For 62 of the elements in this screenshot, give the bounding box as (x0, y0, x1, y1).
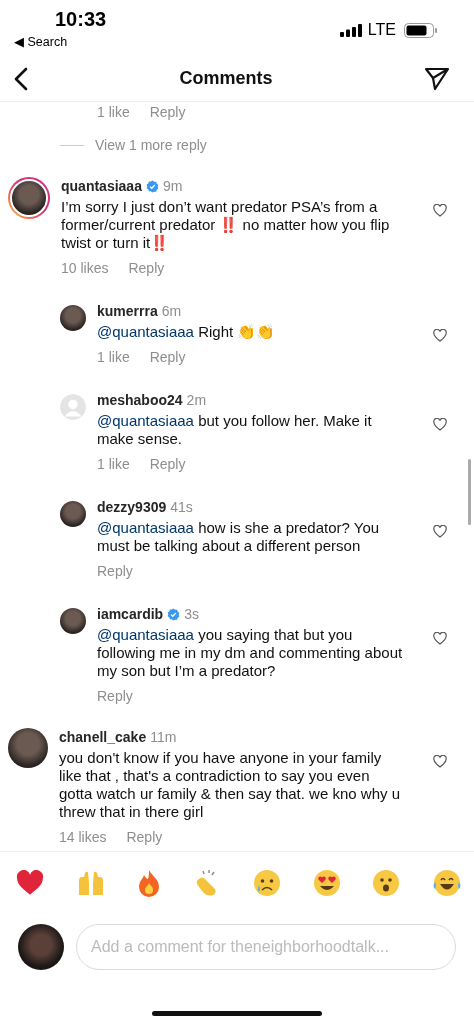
like-heart-icon[interactable] (433, 755, 447, 768)
mention-link[interactable]: @quantasiaaa (97, 323, 194, 340)
username[interactable]: chanell_cake (59, 729, 147, 745)
reply-link[interactable]: Reply (128, 260, 165, 276)
back-to-search-link[interactable]: ◀ Search (14, 34, 107, 49)
heart-eyes-face-icon[interactable] (312, 869, 341, 897)
avatar[interactable] (60, 608, 86, 634)
scrollbar[interactable] (468, 459, 471, 525)
comment-time: 3s (184, 606, 199, 622)
avatar[interactable] (60, 501, 86, 527)
like-heart-icon[interactable] (433, 329, 447, 342)
comment-text: @quantasiaaa how is she a predator? You must be talking about a different person (97, 519, 381, 555)
comment-text: @quantasiaaa Right 👏👏 (97, 323, 277, 341)
likes-count[interactable]: 14 likes (59, 829, 107, 845)
comment-time: 2m (186, 392, 207, 408)
reply-link[interactable]: Reply (149, 456, 186, 472)
comment-time: 11m (150, 729, 177, 745)
page-title: Comments (179, 68, 273, 89)
user-avatar (18, 924, 64, 970)
username[interactable]: meshaboo24 (97, 392, 183, 408)
like-heart-icon[interactable] (433, 418, 447, 431)
clock-time: 10:33 (55, 8, 107, 31)
reply-link[interactable]: Reply (97, 688, 133, 704)
likes-count[interactable]: 1 like (97, 349, 130, 365)
comment-input[interactable]: Add a comment for theneighborhoodtalk... (76, 924, 456, 970)
like-heart-icon[interactable] (433, 525, 447, 538)
view-replies-link[interactable]: View 1 more reply (95, 137, 207, 153)
reply-link[interactable]: Reply (126, 829, 163, 845)
avatar[interactable] (60, 305, 86, 331)
network-label: LTE (367, 21, 396, 39)
reply-link[interactable]: Reply (97, 563, 133, 579)
comment-time: 41s (170, 499, 193, 515)
heart-icon[interactable] (16, 870, 44, 896)
like-heart-icon[interactable] (433, 632, 447, 645)
mention-link[interactable]: @quantasiaaa (97, 412, 194, 429)
comment-time: 6m (161, 303, 182, 319)
likes-count[interactable]: 1 like (97, 104, 130, 120)
surprised-face-icon[interactable] (372, 869, 401, 897)
username[interactable]: dezzy9309 (97, 499, 167, 515)
comment-text: @quantasiaaa you saying that but you following me in my dm and commenting about my son but I’m a predator? (97, 626, 403, 680)
comment-text: you don't know if you have anyone in your family like that , that's a contradiction to say you even gotta watch ur family & then say that. we kno why u threw that in there girl (59, 749, 401, 821)
likes-count[interactable]: 10 likes (61, 260, 109, 276)
username[interactable]: iamcardib (97, 606, 164, 622)
comment-text: I’m sorry I just don’t want predator PSA’s from a former/current predator ‼ no matter how you flip twist or turn it‼ (61, 198, 391, 252)
signal-icon (339, 23, 362, 37)
laughing-face-icon[interactable] (431, 869, 462, 897)
username[interactable]: quantasiaaa (61, 178, 142, 194)
mention-link[interactable]: @quantasiaaa (97, 626, 194, 643)
comment-text: @quantasiaaa but you follow her. Make it make sense. (97, 412, 373, 448)
reply-link[interactable]: Reply (149, 349, 186, 365)
likes-count[interactable]: 1 like (97, 456, 130, 472)
battery-icon (404, 22, 438, 38)
send-icon[interactable] (424, 66, 450, 91)
username[interactable]: kumerrra (97, 303, 158, 319)
comment-time: 9m (162, 178, 183, 194)
back-icon[interactable] (14, 66, 28, 91)
fire-icon[interactable] (137, 869, 162, 897)
mention-link[interactable]: @quantasiaaa (97, 519, 194, 536)
crying-face-icon[interactable] (252, 869, 281, 897)
avatar[interactable] (8, 728, 48, 768)
reply-link[interactable]: Reply (149, 104, 186, 120)
like-heart-icon[interactable] (433, 204, 447, 217)
